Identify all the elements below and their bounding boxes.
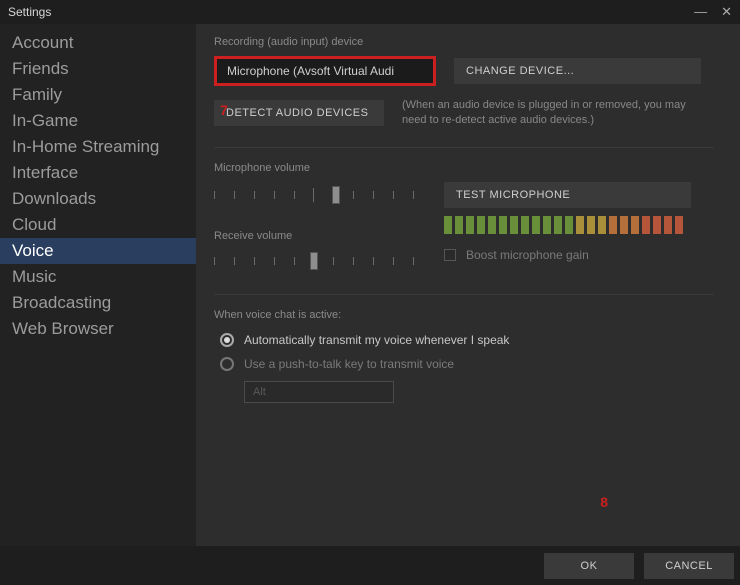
ptt-hotkey-field[interactable]: Alt	[244, 381, 394, 403]
close-icon[interactable]: ✕	[721, 4, 732, 20]
voice-chat-section-label: When voice chat is active:	[214, 309, 714, 321]
dialog-footer: OK CANCEL	[0, 547, 740, 585]
voice-settings-panel: Recording (audio input) device Microphon…	[196, 24, 740, 546]
radio-auto-transmit[interactable]	[220, 333, 234, 347]
sidebar-item-friends[interactable]: Friends	[0, 56, 196, 82]
mic-volume-slider[interactable]	[214, 184, 414, 206]
recording-device-label: Recording (audio input) device	[214, 36, 714, 48]
titlebar: Settings — ✕	[0, 0, 740, 24]
main-area: Account Friends Family In-Game In-Home S…	[0, 24, 740, 546]
boost-gain-label: Boost microphone gain	[466, 248, 589, 262]
sidebar-item-in-game[interactable]: In-Game	[0, 108, 196, 134]
change-device-button[interactable]: CHANGE DEVICE...	[454, 58, 701, 84]
detect-hint-text: (When an audio device is plugged in or r…	[402, 98, 702, 129]
sidebar-item-voice[interactable]: Voice	[0, 238, 196, 264]
cancel-button[interactable]: CANCEL	[644, 553, 734, 579]
test-microphone-button[interactable]: TEST MICROPHONE	[444, 182, 691, 208]
receive-volume-slider[interactable]	[214, 250, 414, 272]
radio-push-to-talk[interactable]	[220, 357, 234, 371]
ok-button[interactable]: OK	[544, 553, 634, 579]
annotation-7: 7	[220, 102, 228, 118]
recording-device-field[interactable]: Microphone (Avsoft Virtual Audi	[214, 56, 436, 86]
annotation-8: 8	[600, 494, 608, 510]
radio-auto-transmit-label: Automatically transmit my voice whenever…	[244, 333, 509, 347]
divider	[214, 147, 714, 148]
sidebar-item-interface[interactable]: Interface	[0, 160, 196, 186]
radio-push-to-talk-label: Use a push-to-talk key to transmit voice	[244, 357, 454, 371]
sidebar-item-cloud[interactable]: Cloud	[0, 212, 196, 238]
sidebar-item-web-browser[interactable]: Web Browser	[0, 316, 196, 342]
sidebar-item-family[interactable]: Family	[0, 82, 196, 108]
boost-gain-checkbox[interactable]	[444, 249, 456, 261]
window-controls: — ✕	[694, 4, 732, 20]
detect-audio-devices-button[interactable]: DETECT AUDIO DEVICES	[214, 100, 384, 126]
sidebar-item-in-home-streaming[interactable]: In-Home Streaming	[0, 134, 196, 160]
window-title: Settings	[8, 5, 694, 19]
sidebar-item-account[interactable]: Account	[0, 30, 196, 56]
minimize-icon[interactable]: —	[694, 4, 707, 20]
settings-sidebar: Account Friends Family In-Game In-Home S…	[0, 24, 196, 546]
sidebar-item-downloads[interactable]: Downloads	[0, 186, 196, 212]
sidebar-item-music[interactable]: Music	[0, 264, 196, 290]
mic-level-meter	[444, 216, 691, 234]
mic-volume-label: Microphone volume	[214, 162, 714, 174]
divider	[214, 294, 714, 295]
sidebar-item-broadcasting[interactable]: Broadcasting	[0, 290, 196, 316]
